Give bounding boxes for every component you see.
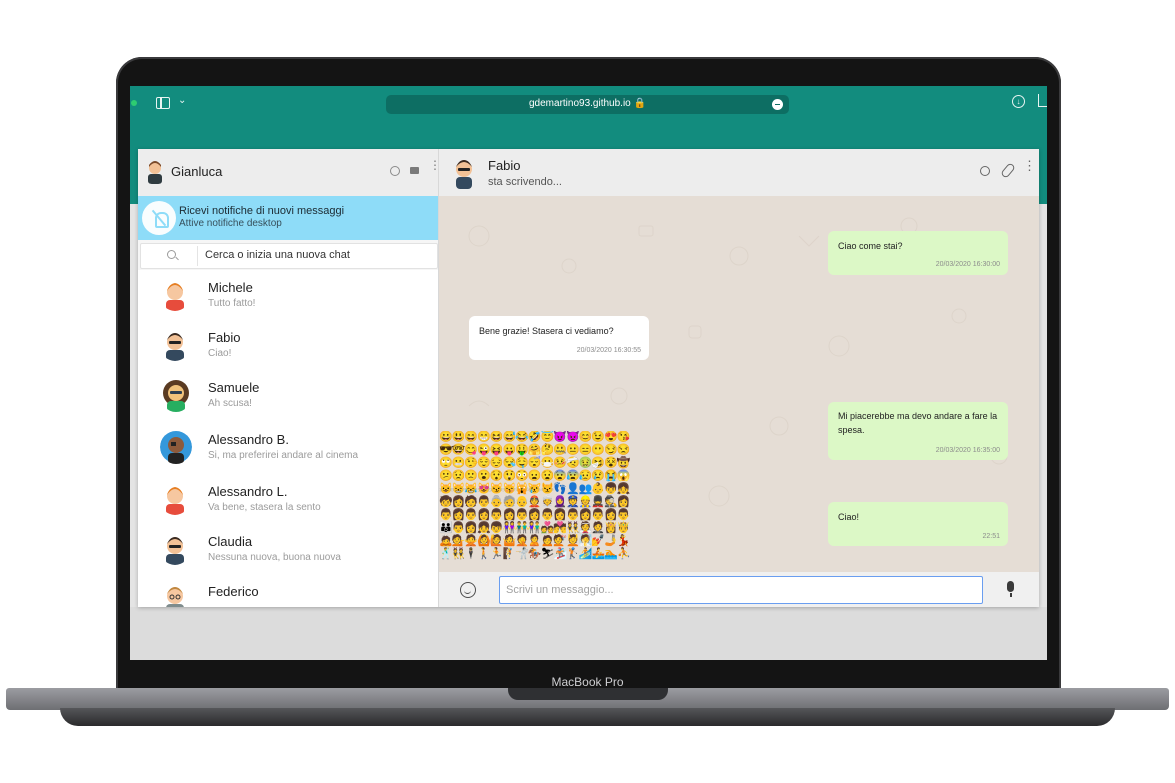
message-text: Ciao!	[838, 512, 860, 522]
avatar	[160, 329, 190, 361]
search-input[interactable]: Cerca o inizia una nuova chat	[205, 249, 350, 261]
message-text: Ciao come stai?	[838, 241, 903, 251]
status-icon[interactable]	[390, 166, 400, 176]
message-bubble[interactable]: Ciao come stai? 20/03/2020 16:30:00	[828, 231, 1008, 275]
emoji-picker[interactable]: 😀😃😄😁😆😅😂🤣😇😈👿😊😉😍😘 😎🤓😋😜😝😛🤑🤗🤔🤐😐😑😶😏😒 🙄😬🤥😌😔😪🤤😴…	[439, 431, 647, 572]
message-bubble[interactable]: Bene grazie! Stasera ci vediamo? 20/03/2…	[469, 316, 649, 360]
attach-icon[interactable]	[1000, 162, 1016, 179]
new-chat-icon[interactable]	[410, 167, 419, 174]
menu-icon[interactable]: ⋮	[1023, 159, 1036, 172]
chat-partner-status: sta scrivendo...	[488, 176, 562, 188]
address-bar[interactable]: gdemartino93.github.io 🔒	[386, 95, 789, 114]
message-time: 20/03/2020 16:30:55	[576, 347, 641, 354]
contact-name: Federico	[208, 584, 259, 599]
emoji-row[interactable]: 😕😟🙁😮😯😲😳😦😧😨😰😥😢😭😱	[439, 470, 647, 483]
search-icon[interactable]	[980, 166, 990, 176]
menu-icon[interactable]: ⋮	[429, 159, 438, 171]
emoji-row[interactable]: 😎🤓😋😜😝😛🤑🤗🤔🤐😐😑😶😏😒	[439, 444, 647, 457]
contact-last-message: Ah scusa!	[208, 398, 252, 409]
contact-name: Alessandro B.	[208, 432, 289, 447]
app-background-lower	[130, 607, 1047, 660]
download-icon[interactable]: ↓	[1012, 95, 1025, 108]
emoji-row[interactable]: 🙄😬🤥😌😔😪🤤😴😷🤒🤕🤢🤧😵🤠	[439, 457, 647, 470]
chat-panel: Fabio sta scrivendo... ⋮ Ciao come stai?…	[439, 149, 1039, 607]
message-text: Mi piacerebbe ma devo andare a fare la s…	[838, 411, 998, 435]
contact-item-samuele[interactable]: Samuele Ah scusa!	[138, 370, 438, 423]
notification-banner[interactable]: Ricevi notifiche di nuovi messaggi Attiv…	[138, 196, 438, 240]
user-avatar[interactable]	[146, 160, 164, 184]
message-composer: Scrivi un messaggio...	[439, 572, 1039, 607]
bell-off-icon	[142, 201, 176, 235]
avatar	[160, 533, 190, 565]
notification-subtitle[interactable]: Attive notifiche desktop	[179, 218, 282, 229]
message-time: 22:51	[982, 533, 1000, 540]
device-label: MacBook Pro	[551, 675, 624, 689]
search-box[interactable]: Cerca o inizia una nuova chat	[140, 243, 438, 269]
contact-name: Fabio	[208, 330, 241, 345]
chat-partner-name: Fabio	[488, 158, 521, 173]
emoji-row[interactable]: 🙇💁🙅🙆🙋🤷🤦🙎🙍💇💆🧖💅🤳💃	[439, 535, 647, 548]
emoji-icon[interactable]	[460, 582, 476, 598]
browser-toolbar: ⌄ gdemartino93.github.io 🔒 ↓	[130, 86, 1047, 122]
contact-last-message: Nessuna nuova, buona nuova	[208, 552, 341, 563]
contact-last-message: Si, ma preferirei andare al cinema	[208, 450, 359, 461]
url: gdemartino93.github.io	[529, 98, 631, 109]
avatar	[160, 483, 190, 515]
emoji-row[interactable]: 😺😸😹😻😼😽🙀😿😾👣👤👥👶👦👧	[439, 483, 647, 496]
laptop-base-underside	[60, 708, 1115, 726]
message-time: 20/03/2020 16:35:00	[935, 447, 1000, 454]
contact-item-alessandro-b[interactable]: Alessandro B. Si, ma preferirei andare a…	[138, 422, 438, 475]
contact-item-fabio[interactable]: Fabio Ciao!	[138, 320, 438, 371]
share-icon[interactable]	[1038, 94, 1047, 107]
message-text: Bene grazie! Stasera ci vediamo?	[479, 326, 614, 336]
contact-last-message: Tutto fatto!	[208, 298, 256, 309]
contacts-panel: Gianluca ⋮ Ricevi notifiche di nuovi mes…	[138, 149, 439, 607]
search-divider	[197, 246, 198, 266]
avatar	[160, 279, 190, 311]
emoji-row[interactable]: 😀😃😄😁😆😅😂🤣😇😈👿😊😉😍😘	[439, 431, 647, 444]
partner-avatar[interactable]	[453, 157, 475, 189]
contact-name: Alessandro L.	[208, 484, 288, 499]
reader-icon[interactable]	[772, 99, 783, 110]
avatar	[160, 430, 192, 464]
microphone-icon[interactable]	[1007, 581, 1014, 597]
message-area: Ciao come stai? 20/03/2020 16:30:00 Bene…	[439, 196, 1039, 572]
whatsapp-clone: Gianluca ⋮ Ricevi notifiche di nuovi mes…	[138, 149, 1039, 607]
lock-icon: 🔒	[633, 98, 646, 109]
avatar	[160, 583, 190, 607]
chevron-down-icon[interactable]: ⌄	[178, 95, 186, 106]
message-time: 20/03/2020 16:30:00	[935, 261, 1000, 268]
avatar	[160, 378, 192, 412]
emoji-row[interactable]: 🕺👯🕴🚶🏃🧗🤺🏇⛷🏂🏌🏄🚣🏊⛹	[439, 548, 647, 561]
emoji-row[interactable]: 👪👨👩👧👦👭👬👫💑💏👯👰🤵👸🤴	[439, 522, 647, 535]
screen: ⌄ gdemartino93.github.io 🔒 ↓ Gianluca ⋮	[130, 86, 1047, 660]
contact-item-claudia[interactable]: Claudia Nessuna nuova, buona nuova	[138, 524, 438, 575]
contact-name: Claudia	[208, 534, 253, 549]
user-name: Gianluca	[171, 164, 223, 179]
contact-item-federico[interactable]: Federico	[138, 574, 438, 607]
search-icon	[167, 250, 176, 259]
message-bubble[interactable]: Ciao! 22:51	[828, 502, 1008, 546]
notification-title: Ricevi notifiche di nuovi messaggi	[179, 205, 345, 217]
emoji-row[interactable]: 🧒👩🧑👨👵🧓👴👲👳🧕👮👷💂🕵👩	[439, 496, 647, 509]
user-header: Gianluca ⋮	[138, 149, 438, 196]
contact-last-message: Va bene, stasera la sento	[208, 502, 321, 513]
search-area: Cerca o inizia una nuova chat	[138, 240, 438, 270]
message-bubble[interactable]: Mi piacerebbe ma devo andare a fare la s…	[828, 402, 1008, 460]
contact-name: Michele	[208, 280, 253, 295]
laptop-notch	[508, 688, 668, 700]
contact-name: Samuele	[208, 380, 260, 395]
message-placeholder: Scrivi un messaggio...	[506, 584, 614, 596]
emoji-row[interactable]: 👨👩👨👩👨👩👨👩👨👩👨👩👨👩👨	[439, 509, 647, 522]
contact-last-message: Ciao!	[208, 348, 232, 359]
contact-item-alessandro-l[interactable]: Alessandro L. Va bene, stasera la sento	[138, 474, 438, 525]
sidebar-icon[interactable]	[156, 97, 170, 109]
url-text: gdemartino93.github.io 🔒	[386, 98, 789, 109]
message-input[interactable]: Scrivi un messaggio...	[499, 576, 983, 604]
window-dot-icon	[131, 100, 137, 106]
chat-header: Fabio sta scrivendo... ⋮	[439, 149, 1039, 196]
contact-item-michele[interactable]: Michele Tutto fatto!	[138, 270, 438, 321]
